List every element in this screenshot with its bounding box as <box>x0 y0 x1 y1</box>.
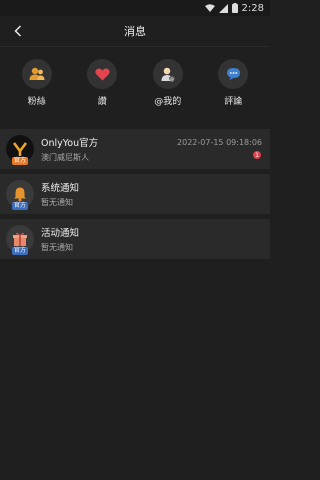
unread-badge: 1 <box>253 151 261 159</box>
message-text: 系统通知 暂无通知 <box>41 180 264 208</box>
quick-action-comments[interactable]: 評論 <box>203 59 263 107</box>
back-button[interactable] <box>8 16 28 46</box>
message-subtitle: 暂无通知 <box>41 198 73 207</box>
message-subtitle: 澳门威尼斯人 <box>41 153 89 162</box>
page-title: 消息 <box>124 25 146 38</box>
quick-actions: 粉絲 讚 @ @我的 評論 <box>0 46 270 119</box>
svg-text:@: @ <box>170 76 175 82</box>
nav-bar: 消息 <box>0 16 270 46</box>
signal-icon <box>218 3 228 13</box>
fans-icon <box>21 59 52 89</box>
official-badge: 官方 <box>11 157 29 165</box>
quick-action-fans[interactable]: 粉絲 <box>7 59 67 107</box>
status-time: 2:28 <box>241 2 264 14</box>
message-row-official[interactable]: 官方 OnlyYou官方 澳门威尼斯人 2022-07-15 09:18:06 … <box>0 129 270 169</box>
quick-action-label: 讚 <box>97 97 107 107</box>
comment-icon <box>218 59 249 89</box>
message-list: 官方 OnlyYou官方 澳门威尼斯人 2022-07-15 09:18:06 … <box>0 129 270 259</box>
mention-user-icon: @ <box>152 59 183 89</box>
quick-action-label: 評論 <box>224 97 243 107</box>
avatar: 官方 <box>6 135 34 165</box>
bell-icon <box>14 187 26 202</box>
avatar: 官方 <box>6 225 34 255</box>
message-title: 活动通知 <box>41 228 80 239</box>
status-bar: 2:28 <box>0 0 270 16</box>
heart-icon <box>87 59 118 89</box>
official-badge: 官方 <box>11 247 29 255</box>
message-time: 2022-07-15 09:18:06 <box>177 138 262 147</box>
quick-action-label: @我的 <box>154 97 182 107</box>
chevron-left-icon <box>14 25 22 37</box>
official-badge: 官方 <box>11 202 29 210</box>
message-subtitle: 暂无通知 <box>41 243 73 252</box>
message-row-activity[interactable]: 官方 活动通知 暂无通知 <box>0 219 270 259</box>
quick-action-label: 粉絲 <box>27 97 46 107</box>
avatar: 官方 <box>6 180 34 210</box>
gift-icon <box>13 232 27 246</box>
quick-action-mentions[interactable]: @ @我的 <box>138 59 198 107</box>
message-row-system[interactable]: 官方 系统通知 暂无通知 <box>0 174 270 214</box>
battery-icon <box>231 3 238 13</box>
message-text: 活动通知 暂无通知 <box>41 225 264 253</box>
wifi-icon <box>204 3 215 13</box>
quick-action-likes[interactable]: 讚 <box>72 59 132 107</box>
message-title: 系统通知 <box>41 183 80 194</box>
